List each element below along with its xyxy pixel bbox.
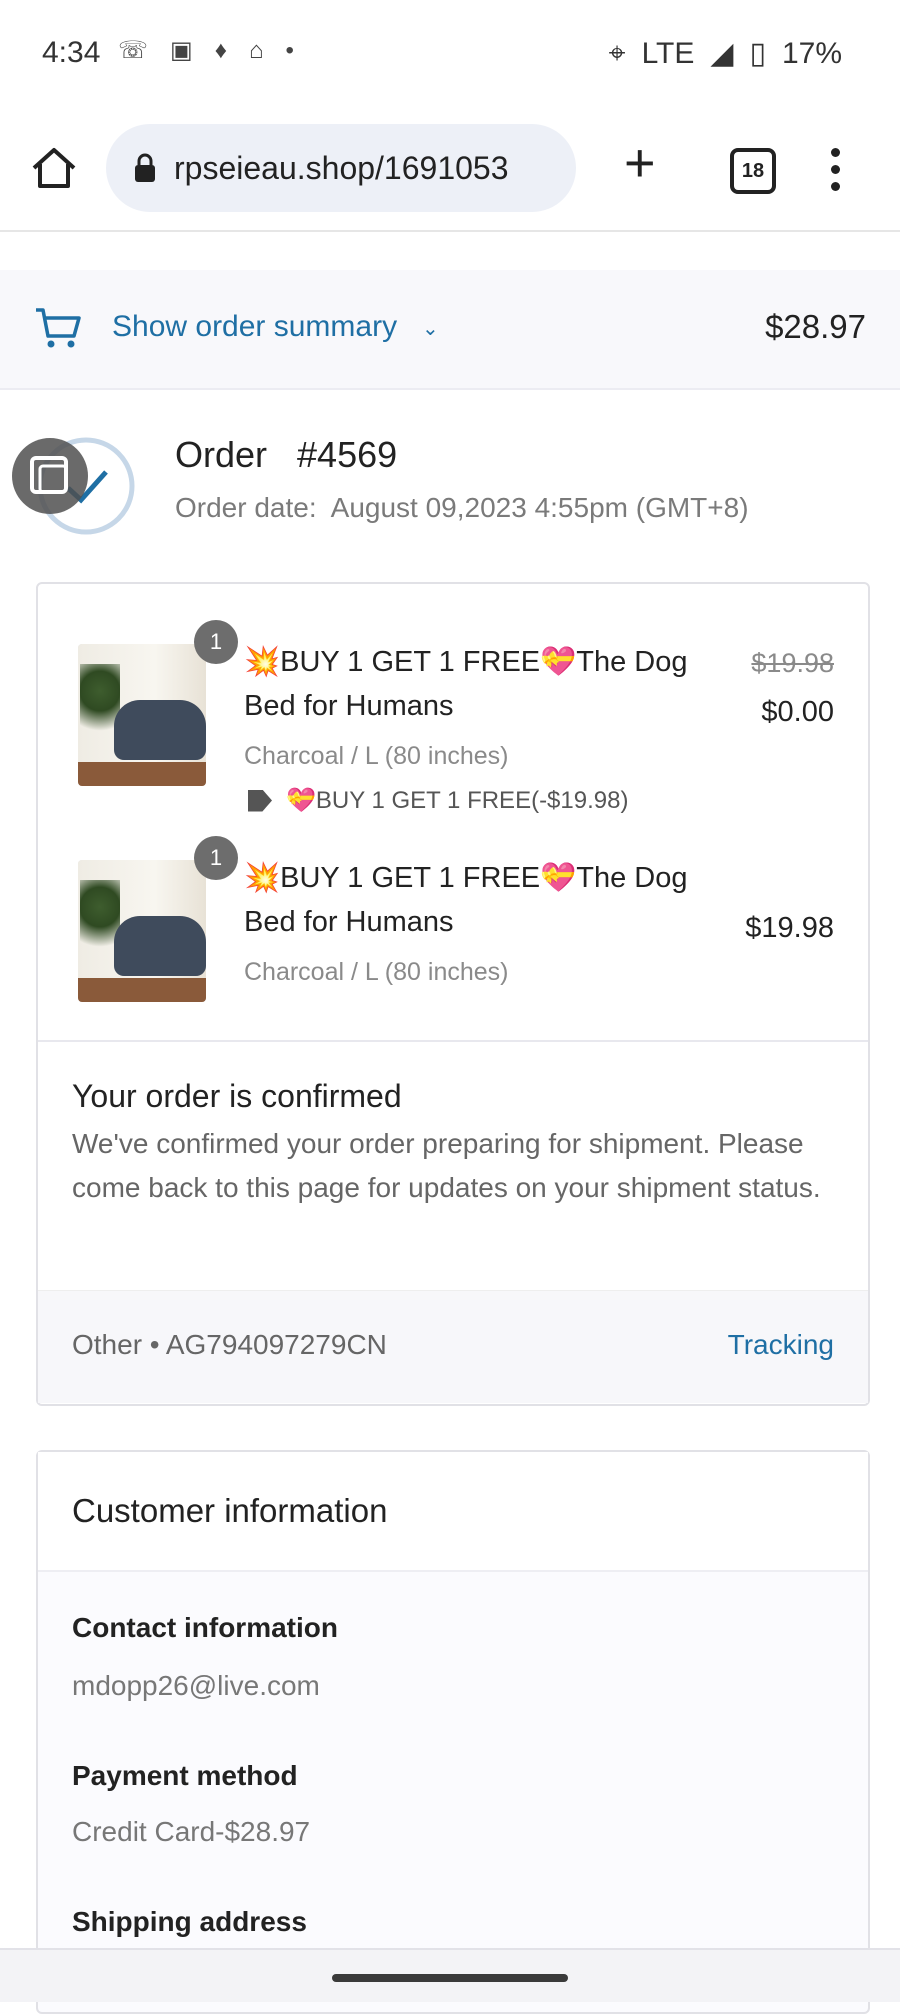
order-items-card: 1 💥BUY 1 GET 1 FREE💝The Dog Bed for Huma… — [36, 582, 870, 1406]
address-bar[interactable]: rpseieau.shop/1691053 — [106, 124, 576, 212]
order-number: Order #4569 — [175, 434, 398, 475]
system-navigation-bar — [0, 1948, 900, 2002]
customer-information-card: Customer information Contact information… — [36, 1450, 870, 2014]
tracking-link[interactable]: Tracking — [728, 1329, 834, 1361]
quantity-badge: 1 — [194, 620, 238, 664]
tab-switcher-button[interactable]: 18 — [730, 148, 776, 194]
carrot-app-icon: ♦ — [214, 36, 227, 64]
shipping-address-label: Shipping address — [72, 1906, 307, 1937]
tracking-row: Other • AG794097279CN Tracking — [38, 1290, 868, 1403]
tracking-number: Other • AG794097279CN — [72, 1329, 387, 1360]
signal-icon: ◢ — [710, 37, 734, 70]
customer-info-header: Customer information — [38, 1452, 868, 1572]
confirmation-title: Your order is confirmed — [72, 1078, 402, 1114]
battery-icon: ▯ — [749, 37, 766, 70]
chevron-down-icon[interactable]: ⌄ — [422, 316, 439, 341]
top-divider — [0, 232, 900, 272]
order-summary-label[interactable]: Show order summary — [112, 310, 397, 344]
quantity-badge: 1 — [194, 836, 238, 880]
tab-count: 18 — [741, 159, 765, 182]
payment-method-label: Payment method — [72, 1760, 298, 1791]
order-date: Order date: August 09,2023 4:55pm (GMT+8… — [175, 492, 749, 523]
photo-app-icon: ▣ — [170, 37, 193, 64]
browser-toolbar: rpseieau.shop/1691053 + 18 — [0, 108, 900, 232]
notification-icons: ☏ ▣ ♦ ⌂ • — [118, 36, 294, 65]
order-summary-total: $28.97 — [765, 308, 866, 345]
pizza-hut-app-icon: ⌂ — [248, 36, 264, 64]
compare-price: $19.98 — [751, 648, 834, 678]
tag-icon — [248, 789, 272, 812]
item-price: $0.00 — [761, 696, 834, 728]
product-variant: Charcoal / L (80 inches) — [244, 742, 509, 770]
lock-icon — [135, 153, 155, 182]
product-variant: Charcoal / L (80 inches) — [244, 958, 509, 986]
network-label: LTE — [641, 36, 695, 70]
confirmation-text: We've confirmed your order preparing for… — [72, 1128, 821, 1203]
product-title: 💥BUY 1 GET 1 FREE💝The Dog Bed for Humans — [244, 646, 688, 722]
missed-call-icon: ☏ — [118, 37, 149, 64]
payment-method-value: Credit Card-$28.97 — [72, 1816, 311, 1847]
divider — [38, 1040, 868, 1042]
more-menu-icon[interactable] — [828, 148, 842, 199]
more-notifications-dot-icon: • — [285, 36, 294, 64]
cart-icon — [36, 308, 81, 348]
product-image — [78, 860, 206, 1002]
status-bar: 4:34 ☏ ▣ ♦ ⌂ • ⌖ LTE ◢ ▯ 17% — [0, 0, 900, 108]
discount-line: 💝BUY 1 GET 1 FREE(-$19.98) — [248, 786, 628, 815]
location-icon: ⌖ — [608, 36, 626, 70]
contact-info-label: Contact information — [72, 1612, 338, 1643]
url-text[interactable]: rpseieau.shop/1691053 — [174, 150, 554, 187]
contact-email: mdopp26@live.com — [72, 1670, 320, 1701]
order-header: Order #4569 Order date: August 09,2023 4… — [0, 390, 900, 570]
floating-overlay-icon[interactable] — [12, 438, 88, 514]
status-right: ⌖ LTE ◢ ▯ 17% — [609, 36, 842, 71]
new-tab-icon[interactable]: + — [624, 136, 656, 190]
item-price: $19.98 — [745, 912, 834, 944]
discount-text: 💝BUY 1 GET 1 FREE(-$19.98) — [286, 787, 629, 814]
customer-info-title: Customer information — [72, 1492, 388, 1529]
status-time: 4:34 — [42, 36, 101, 69]
product-title: 💥BUY 1 GET 1 FREE💝The Dog Bed for Humans — [244, 862, 688, 938]
product-image — [78, 644, 206, 786]
home-icon[interactable] — [28, 142, 80, 194]
battery-level: 17% — [781, 36, 842, 70]
home-gesture-handle[interactable] — [332, 1974, 568, 1982]
order-summary-toggle[interactable]: Show order summary ⌄ $28.97 — [0, 270, 900, 390]
